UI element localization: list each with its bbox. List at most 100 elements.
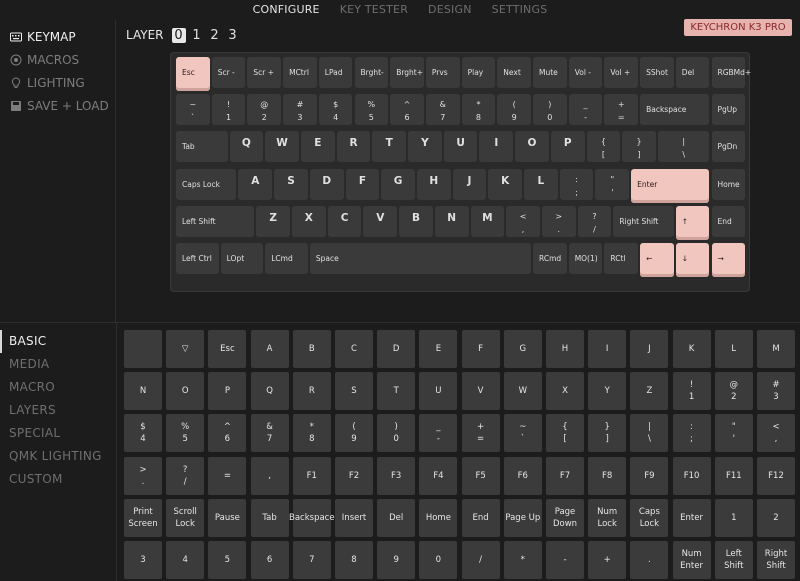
key-row2-1[interactable]: Q [229, 131, 264, 166]
tab-settings[interactable]: SETTINGS [492, 0, 548, 20]
keycode-button[interactable]: } ] [588, 414, 627, 453]
key-row4-9[interactable]: > . [541, 205, 576, 240]
key-row1-9[interactable]: ( 9 [497, 94, 531, 129]
key-row1-7[interactable]: & 7 [425, 94, 460, 129]
key-row2-6[interactable]: Y [408, 131, 442, 166]
keycode-button[interactable]: ! 1 [672, 372, 711, 411]
key-row5-7[interactable]: ← [640, 243, 674, 277]
keycode-button[interactable]: O [166, 372, 205, 411]
sidebar-item-keymap[interactable]: KEYMAP [0, 25, 115, 48]
key-row0-14[interactable]: Del [675, 57, 710, 91]
keycode-button[interactable]: F4 [419, 456, 458, 495]
key-row5-4[interactable]: RCmd [533, 243, 567, 277]
keycode-button[interactable]: 1 [714, 498, 753, 537]
key-row1-5[interactable]: % 5 [354, 94, 389, 129]
key-row4-5[interactable]: B [399, 205, 433, 240]
key-row3-0[interactable]: Caps Lock [176, 168, 237, 203]
key-row0-1[interactable]: Scr - [211, 57, 246, 91]
keycode-button[interactable]: T [377, 372, 416, 411]
keycode-button[interactable]: H [546, 330, 584, 368]
key-row1-8[interactable]: * 8 [461, 94, 496, 129]
key-row2-9[interactable]: O [515, 131, 549, 166]
key-row4-3[interactable]: C [327, 205, 362, 240]
layer-3-button[interactable]: 3 [226, 28, 240, 43]
keycode-button[interactable]: E [419, 330, 458, 368]
keycode-button[interactable]: F8 [588, 456, 627, 495]
keycode-button[interactable]: F1 [292, 456, 331, 495]
key-row5-8[interactable]: ↓ [675, 243, 710, 277]
layer-2-button[interactable]: 2 [208, 28, 222, 43]
category-special[interactable]: SPECIAL [0, 422, 116, 445]
key-row1-0[interactable]: ~ ` [176, 94, 210, 129]
key-row3-12[interactable]: Enter [631, 168, 710, 203]
keycode-button[interactable]: W [503, 372, 542, 411]
keycode-button[interactable]: End [461, 498, 500, 537]
key-row4-6[interactable]: N [434, 205, 469, 240]
keycode-button[interactable]: Num Enter [672, 541, 711, 579]
key-row3-4[interactable]: F [345, 168, 380, 203]
keycode-button[interactable]: F6 [503, 456, 542, 495]
category-layers[interactable]: LAYERS [0, 399, 116, 422]
key-row0-7[interactable]: Prvs [425, 57, 460, 91]
keycode-button[interactable]: / [461, 541, 500, 579]
key-row0-2[interactable]: Scr + [247, 57, 282, 91]
keycode-button[interactable]: F2 [335, 456, 373, 495]
keycode-button[interactable]: A [250, 330, 289, 368]
keycode-button[interactable]: 5 [208, 541, 247, 579]
sidebar-item-lighting[interactable]: LIGHTING [0, 71, 115, 94]
key-row0-8[interactable]: Play [461, 57, 496, 91]
key-row1-12[interactable]: + = [604, 94, 639, 129]
key-row2-13[interactable]: | \ [657, 131, 710, 166]
keycode-button[interactable]: Esc [208, 330, 247, 368]
key-row2-5[interactable]: T [372, 131, 407, 166]
keycode-button[interactable]: X [546, 372, 584, 411]
key-row3-5[interactable]: G [381, 168, 415, 203]
key-row4-7[interactable]: M [470, 205, 505, 240]
keycode-button[interactable]: ) 0 [377, 414, 416, 453]
key-row4-12[interactable]: ↑ [675, 205, 710, 240]
keycode-button[interactable]: : ; [672, 414, 711, 453]
tab-configure[interactable]: CONFIGURE [253, 0, 320, 20]
key-row4-10[interactable]: ? / [577, 205, 612, 240]
key-row3-11[interactable]: " ' [595, 168, 630, 203]
keycode-button[interactable]: . [630, 541, 669, 579]
key-row2-4[interactable]: R [336, 131, 371, 166]
keycode-button[interactable]: Insert [335, 498, 373, 537]
sidebar-item-save-load[interactable]: SAVE + LOAD [0, 94, 115, 117]
keycode-button[interactable]: S [335, 372, 373, 411]
keycode-button[interactable]: Tab [250, 498, 289, 537]
layer-0-button[interactable]: 0 [171, 27, 186, 43]
keycode-button[interactable]: F7 [546, 456, 584, 495]
key-row0-10[interactable]: Mute [533, 57, 567, 91]
keycode-button[interactable]: , [250, 456, 289, 495]
key-row1-2[interactable]: @ 2 [247, 94, 282, 129]
keycode-button[interactable]: | \ [630, 414, 669, 453]
keycode-button[interactable]: ? / [166, 456, 205, 495]
key-row0-3[interactable]: MCtrl [283, 57, 317, 91]
keycode-button[interactable]: J [630, 330, 669, 368]
key-row3-2[interactable]: S [274, 168, 308, 203]
layer-1-button[interactable]: 1 [190, 28, 204, 43]
key-row0-15[interactable]: RGBMd+ [711, 57, 751, 91]
keycode-button[interactable]: ▽ [166, 330, 205, 368]
key-row0-13[interactable]: SShot [640, 57, 674, 91]
key-row3-8[interactable]: K [488, 168, 523, 203]
keycode-button[interactable]: Print Screen [124, 498, 162, 537]
keycode-button[interactable]: R [292, 372, 331, 411]
key-row3-7[interactable]: J [452, 168, 487, 203]
key-row0-6[interactable]: Brght+ [390, 57, 424, 91]
keycode-button[interactable]: - [546, 541, 584, 579]
category-macro[interactable]: MACRO [0, 376, 116, 399]
keycode-button[interactable]: 7 [292, 541, 331, 579]
tab-design[interactable]: DESIGN [428, 0, 472, 20]
keycode-button[interactable]: 4 [166, 541, 205, 579]
key-row1-6[interactable]: ^ 6 [390, 94, 424, 129]
keycode-button[interactable]: > . [124, 456, 162, 495]
key-row3-10[interactable]: : ; [559, 168, 594, 203]
key-row2-3[interactable]: E [300, 131, 335, 166]
key-row2-2[interactable]: W [265, 131, 299, 166]
keycode-button[interactable]: 2 [757, 498, 795, 537]
keycode-button[interactable]: F9 [630, 456, 669, 495]
keycode-button[interactable]: Q [250, 372, 289, 411]
category-custom[interactable]: CUSTOM [0, 468, 116, 491]
